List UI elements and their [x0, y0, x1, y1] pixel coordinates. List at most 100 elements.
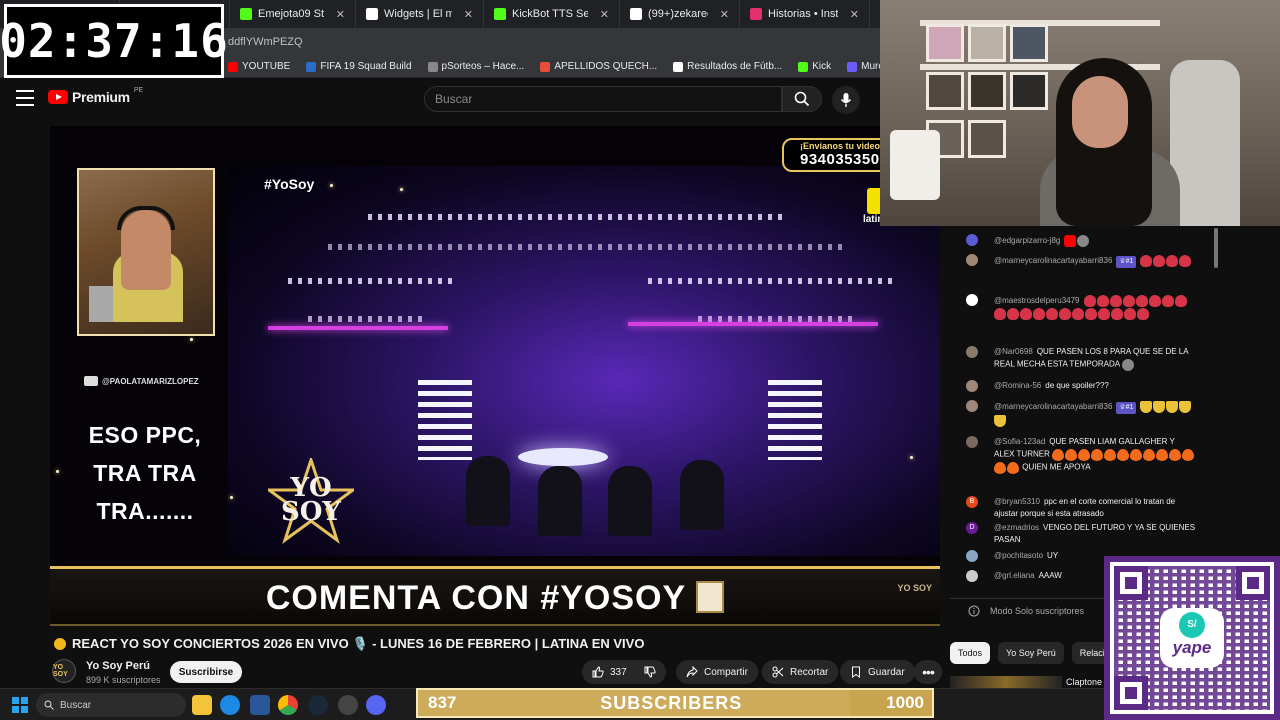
close-icon[interactable]: ✕ [464, 8, 473, 21]
heart-emoji-icon [1096, 295, 1109, 307]
caption-line: TRA TRA [93, 460, 197, 486]
chat-username[interactable]: @Romina-56 [994, 381, 1041, 390]
bookmark-item[interactable]: Kick [798, 61, 831, 72]
more-icon: ••• [922, 664, 935, 680]
youtube-icon [1064, 235, 1077, 247]
chat-avatar[interactable] [966, 294, 978, 306]
chat-username[interactable]: @grl.eliana [994, 571, 1035, 580]
chat-text: UY [1047, 551, 1059, 560]
filter-chips: Todos Yo Soy Perú Relacio [950, 642, 1118, 664]
chat-username[interactable]: @Nar0698 [994, 347, 1033, 356]
search-button[interactable] [782, 86, 822, 112]
stream-timer: 02:37:16 [0, 4, 228, 78]
chat-message: @Nar0698 QUE PASEN LOS 8 PARA QUE SE DE L… [966, 346, 1196, 371]
subscribe-button[interactable]: Suscribirse [170, 661, 242, 683]
like-count: 337 [610, 666, 627, 678]
chip-channel[interactable]: Yo Soy Perú [998, 642, 1064, 664]
youtube-logo[interactable]: Premium PE [48, 86, 144, 105]
heart-emoji-icon [1137, 308, 1149, 320]
browser-tab[interactable]: (99+)zekarecuerdosd ✕ [620, 0, 740, 28]
store-icon[interactable] [250, 695, 270, 715]
channel-avatar[interactable]: YO SOY [52, 659, 76, 683]
ghost-emoji-icon [1077, 235, 1090, 247]
trophy-emoji-icon [1153, 401, 1166, 413]
chat-avatar[interactable] [966, 400, 978, 412]
bookmark-item[interactable]: YOUTUBE [228, 61, 290, 72]
chat-message: @marneycarolinacartayabarri836 ♕#1 [966, 400, 1196, 427]
close-icon[interactable]: ✕ [720, 8, 729, 21]
bookmark-item[interactable]: pSorteos – Hace... [427, 61, 524, 72]
search-input[interactable]: Buscar [424, 86, 782, 112]
chat-avatar[interactable] [966, 254, 978, 266]
chat-username[interactable]: @marneycarolinacartayabarri836 [994, 402, 1112, 411]
file-explorer-icon[interactable] [192, 695, 212, 715]
save-label: Guardar [868, 666, 905, 678]
recommended-title[interactable]: Claptone [1066, 677, 1102, 687]
close-icon[interactable]: ✕ [600, 8, 609, 21]
chat-avatar[interactable] [966, 346, 978, 358]
chrome-icon[interactable] [278, 695, 298, 715]
fire-emoji-icon [994, 462, 1006, 474]
chip-all[interactable]: Todos [950, 642, 991, 664]
heart-emoji-icon [1033, 308, 1045, 320]
close-icon[interactable]: ✕ [336, 8, 345, 21]
menu-icon[interactable] [16, 90, 34, 106]
taskbar-search[interactable]: Buscar [36, 693, 186, 717]
video-player[interactable]: #YoSoy @PAOLATAMARIZLOPEZ ESO PPC, TRA T… [50, 126, 940, 626]
clip-button[interactable]: Recortar [762, 660, 839, 684]
dislike-button[interactable] [636, 660, 666, 684]
heart-emoji-icon [1179, 255, 1192, 267]
tab-label: KickBot TTS Settings [512, 8, 588, 20]
chat-username[interactable]: @marneycarolinacartayabarri836 [994, 256, 1112, 265]
bookmark-item[interactable]: FIFA 19 Squad Build [306, 61, 412, 72]
member-badge: ♕#1 [1116, 255, 1137, 268]
recommended-thumbnail[interactable] [950, 676, 1062, 688]
chat-avatar[interactable] [966, 570, 978, 582]
share-button[interactable]: Compartir [676, 660, 758, 684]
discord-icon[interactable] [366, 695, 386, 715]
tab-favicon [240, 8, 252, 20]
edge-icon[interactable] [220, 695, 240, 715]
webcam-feed [880, 0, 1280, 226]
bookmark-item[interactable]: Resultados de Fútb... [673, 61, 782, 72]
steam-icon[interactable] [308, 695, 328, 715]
browser-tab[interactable]: Historias • Instagram ✕ [740, 0, 870, 28]
browser-tab[interactable]: KickBot TTS Settings ✕ [484, 0, 620, 28]
chat-username[interactable]: @Sofia-123ad [994, 437, 1045, 446]
chat-username[interactable]: @edgarpizarro-j8g [994, 236, 1060, 245]
chat-avatar[interactable] [966, 550, 978, 562]
obs-icon[interactable] [338, 695, 358, 715]
chat-username[interactable]: @maestrosdelperu3479 [994, 296, 1080, 305]
like-button[interactable]: 337 [582, 660, 637, 684]
chat-message: B @bryan5310 ppc en el corte comercial lo … [966, 496, 1196, 520]
chat-avatar[interactable]: D [966, 522, 978, 534]
trophy-emoji-icon [1166, 401, 1179, 413]
voice-search-button[interactable] [832, 86, 860, 114]
browser-tab[interactable]: Widgets | El mejor so ✕ [356, 0, 484, 28]
chat-username[interactable]: @bryan5310 [994, 497, 1040, 506]
search-icon [794, 91, 810, 107]
chat-avatar[interactable] [966, 380, 978, 392]
chat-username[interactable]: @ezmadrios [994, 523, 1039, 532]
chat-avatar[interactable] [966, 234, 978, 246]
youtube-play-icon [48, 90, 68, 104]
chat-scrollbar[interactable] [1214, 228, 1218, 268]
fire-emoji-icon [1143, 449, 1156, 461]
browser-tab[interactable]: Emejota09 Stream - Y ✕ [230, 0, 356, 28]
heart-emoji-icon [1059, 308, 1071, 320]
channel-name[interactable]: Yo Soy Perú [86, 660, 150, 672]
close-icon[interactable]: ✕ [850, 8, 859, 21]
windows-start-icon[interactable] [12, 697, 28, 713]
chat-username[interactable]: @pochitasoto [994, 551, 1043, 560]
caption-line: ESO PPC, [88, 422, 202, 448]
bookmark-label: Resultados de Fútb... [687, 61, 783, 72]
chat-avatar[interactable]: B [966, 496, 978, 508]
chat-avatar[interactable] [966, 436, 978, 448]
chat-text: AAAW [1038, 571, 1062, 580]
country-code: PE [133, 86, 144, 94]
url-text: ddflYWmPEZQ [228, 36, 303, 48]
bookmark-item[interactable]: APELLIDOS QUECH... [540, 61, 657, 72]
save-button[interactable]: Guardar [840, 660, 915, 684]
more-actions-button[interactable]: ••• [914, 660, 942, 684]
banner-text: COMENTA CON #YOSOY [265, 579, 687, 617]
